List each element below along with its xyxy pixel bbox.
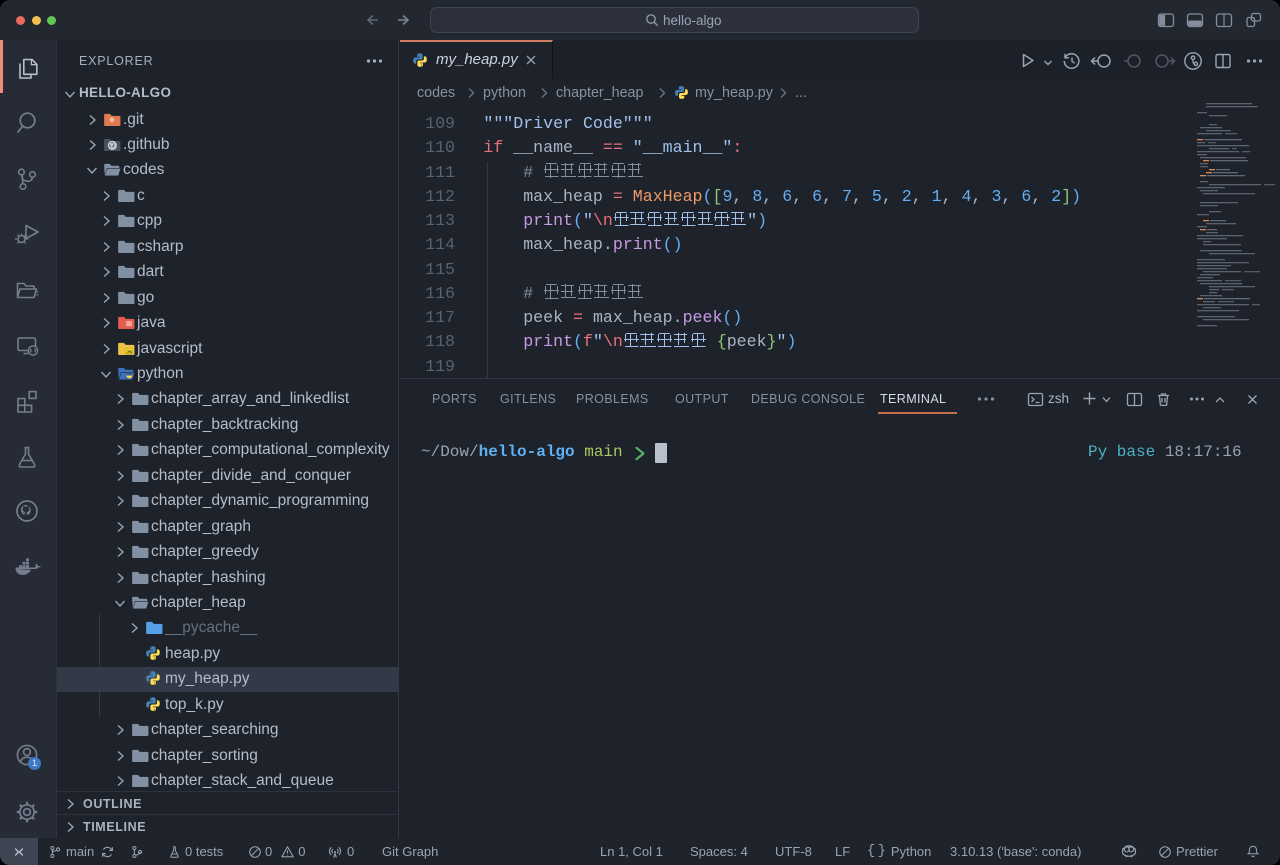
svg-text:JS: JS bbox=[126, 349, 133, 355]
